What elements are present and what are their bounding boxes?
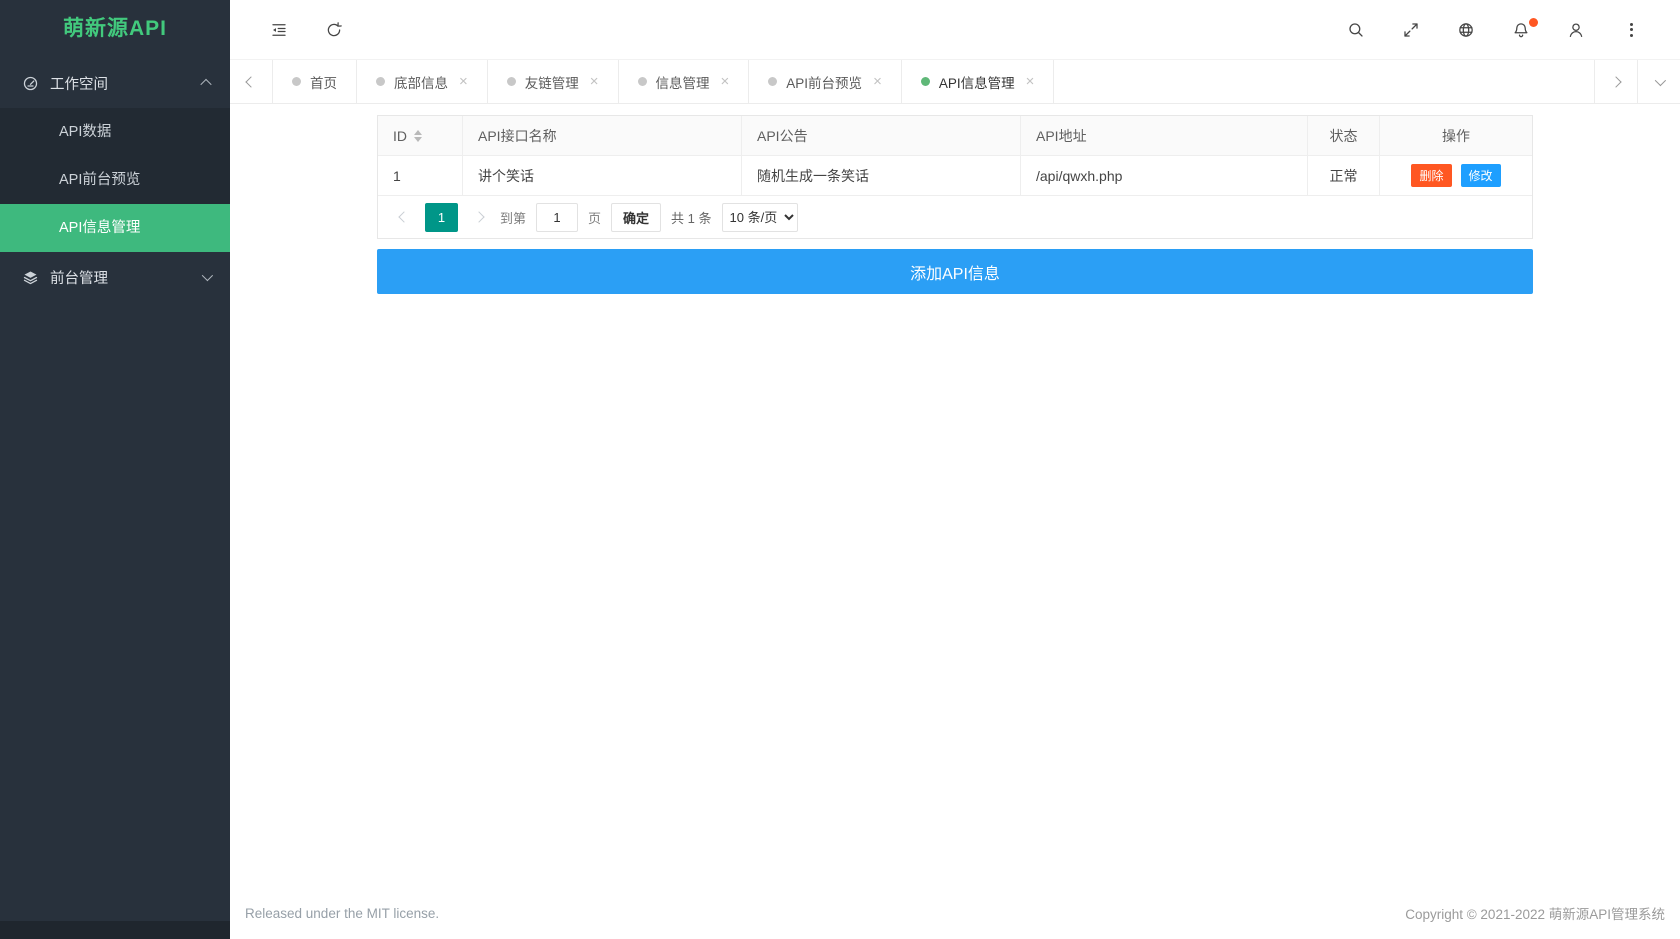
close-icon[interactable]: × [590, 74, 599, 89]
tab-info-management[interactable]: 信息管理 × [619, 60, 750, 103]
tab-label: 首页 [310, 75, 337, 91]
collapse-sidebar-icon[interactable] [270, 21, 288, 39]
tab-label: API信息管理 [938, 75, 1015, 91]
refresh-icon[interactable] [325, 21, 343, 39]
tab-label: API前台预览 [786, 75, 863, 91]
table-row: 1 讲个笑话 随机生成一条笑话 /api/qwxh.php 正常 删除 修改 [378, 155, 1532, 195]
tab-status-dot [637, 77, 647, 86]
tab-label: 信息管理 [655, 75, 710, 91]
tab-status-dot [768, 77, 778, 86]
column-header-address: API地址 [1021, 116, 1308, 155]
sidebar: 萌新源API 工作空间 API数据 API前台预览 API信息管理 前台管理 [0, 0, 230, 939]
column-header-id[interactable]: ID [378, 116, 463, 155]
tab-status-dot [506, 77, 516, 86]
close-icon[interactable]: × [1026, 74, 1035, 89]
footer-copyright-text: Copyright © 2021-2022 萌新源API管理系统 [1405, 907, 1665, 922]
pagination-next-button[interactable] [468, 211, 490, 223]
tab-label: 友链管理 [524, 75, 579, 91]
tab-status-dot [920, 77, 930, 86]
page-size-select[interactable]: 10 条/页 [721, 202, 798, 232]
search-icon[interactable] [1347, 21, 1365, 39]
column-header-status: 状态 [1308, 116, 1380, 155]
column-header-notice: API公告 [742, 116, 1021, 155]
pagination: 1 到第 页 确定 共 1 条 10 条/页 [378, 195, 1532, 238]
tab-footer-info[interactable]: 底部信息 × [357, 60, 488, 103]
tab-api-info-management[interactable]: API信息管理 × [902, 60, 1055, 103]
top-navbar [230, 0, 1680, 60]
fullscreen-icon[interactable] [1402, 21, 1420, 39]
tab-status-dot [376, 77, 385, 86]
cell-api-address: /api/qwxh.php [1021, 156, 1308, 195]
tab-status-dot [292, 77, 301, 86]
tabs-list: 首页 底部信息 × 友链管理 × 信息管理 × API前台预览 × API信息管… [273, 60, 1055, 103]
sidebar-item-workspace[interactable]: 工作空间 [0, 58, 230, 108]
tab-label: 底部信息 [394, 75, 448, 91]
layers-icon [22, 269, 39, 286]
tab-api-frontend-preview[interactable]: API前台预览 × [749, 60, 902, 103]
cell-id: 1 [378, 156, 463, 195]
edit-button[interactable]: 修改 [1460, 164, 1501, 187]
footer-license-text: Released under the MIT license. [245, 905, 440, 921]
chevron-up-icon [200, 78, 212, 91]
chevron-down-icon [201, 269, 214, 282]
cell-api-name: 讲个笑话 [463, 156, 742, 195]
tab-friend-links[interactable]: 友链管理 × [488, 60, 619, 103]
sidebar-item-label: 前台管理 [50, 270, 108, 287]
pagination-goto-label: 到第 [500, 210, 527, 226]
user-icon[interactable] [1567, 21, 1585, 39]
tab-home[interactable]: 首页 [273, 60, 357, 103]
pagination-unit-label: 页 [588, 210, 602, 226]
notification-badge [1529, 17, 1538, 27]
sidebar-item-api-info-management[interactable]: API信息管理 [0, 204, 230, 252]
globe-icon[interactable] [1457, 21, 1475, 39]
column-header-name: API接口名称 [463, 116, 742, 155]
pagination-confirm-button[interactable]: 确定 [611, 202, 662, 232]
tabbar-right-controls [1594, 60, 1680, 103]
sidebar-item-api-data[interactable]: API数据 [0, 108, 230, 156]
sort-icon[interactable] [414, 129, 422, 142]
page-footer: Released under the MIT license. Copyrigh… [230, 903, 1680, 939]
column-header-actions: 操作 [1442, 127, 1470, 144]
sidebar-item-label: 工作空间 [50, 76, 108, 93]
sidebar-bottom-strip [0, 921, 230, 939]
close-icon[interactable]: × [459, 74, 468, 89]
app-logo: 萌新源API [62, 17, 167, 40]
navbar-left [230, 21, 343, 39]
pagination-current-page[interactable]: 1 [425, 202, 458, 232]
tabs-menu-button[interactable] [1637, 60, 1680, 103]
add-api-button[interactable]: 添加API信息 [377, 249, 1533, 294]
bell-icon[interactable] [1512, 17, 1538, 39]
pagination-total-label: 共 1 条 [671, 210, 712, 226]
cell-api-notice: 随机生成一条笑话 [742, 156, 1021, 195]
tabs-scroll-left-button[interactable] [230, 60, 273, 103]
sidebar-item-api-frontend-preview[interactable]: API前台预览 [0, 156, 230, 204]
cell-status: 正常 [1308, 156, 1380, 195]
tabs-scroll-right-button[interactable] [1594, 60, 1637, 103]
navbar-right [1347, 17, 1680, 39]
close-icon[interactable]: × [721, 74, 730, 89]
api-table: ID API接口名称 API公告 API地址 状态 操作 1 讲个笑话 随机生成… [377, 115, 1533, 239]
table-container: ID API接口名称 API公告 API地址 状态 操作 1 讲个笑话 随机生成… [377, 115, 1533, 294]
tab-bar: 首页 底部信息 × 友链管理 × 信息管理 × API前台预览 × API信息管… [230, 60, 1680, 104]
close-icon[interactable]: × [873, 74, 882, 89]
main-area: 首页 底部信息 × 友链管理 × 信息管理 × API前台预览 × API信息管… [230, 0, 1680, 939]
sidebar-item-frontend-management[interactable]: 前台管理 [0, 252, 230, 302]
pagination-goto-input[interactable] [536, 202, 579, 232]
table-header-row: ID API接口名称 API公告 API地址 状态 操作 [378, 116, 1532, 155]
app-root: 萌新源API 工作空间 API数据 API前台预览 API信息管理 前台管理 首… [0, 0, 1680, 939]
more-icon[interactable] [1622, 21, 1640, 39]
workspace-submenu: API数据 API前台预览 API信息管理 [0, 108, 230, 252]
pagination-prev-button[interactable] [393, 211, 415, 223]
dashboard-icon [22, 75, 39, 92]
cell-actions: 删除 修改 [1380, 156, 1532, 195]
delete-button[interactable]: 删除 [1411, 164, 1452, 187]
content-area: ID API接口名称 API公告 API地址 状态 操作 1 讲个笑话 随机生成… [230, 104, 1680, 939]
